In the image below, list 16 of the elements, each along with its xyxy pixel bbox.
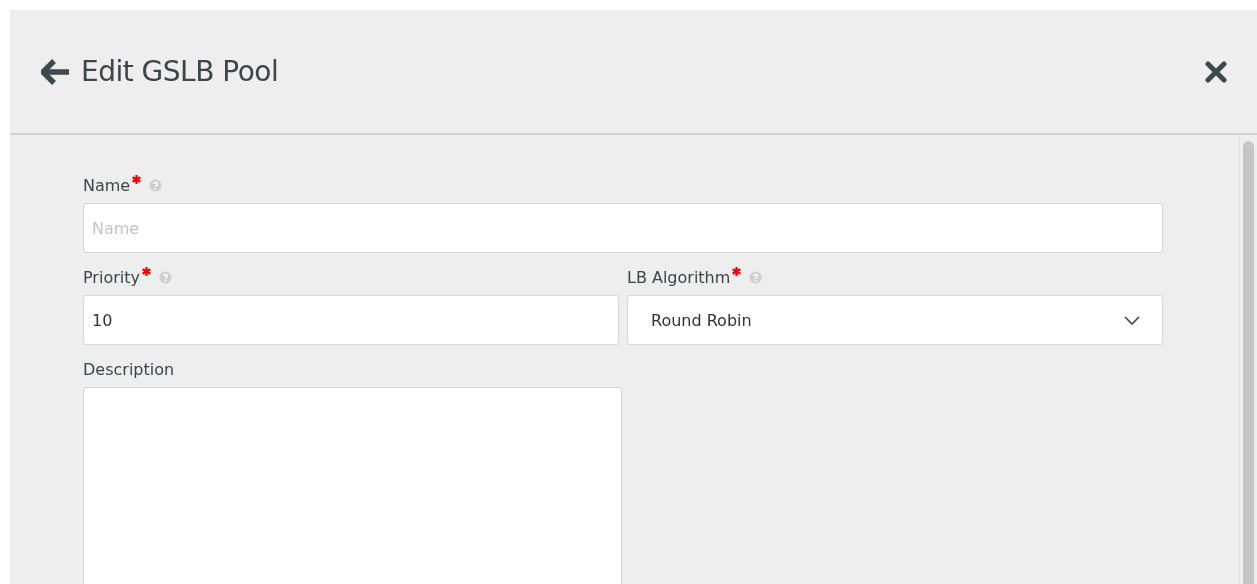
text-area[interactable] (83, 387, 622, 584)
modal-title: Edit GSLB Pool (81, 55, 279, 88)
help-icon[interactable] (749, 270, 763, 284)
field-label: Name (83, 175, 131, 195)
help-icon[interactable] (158, 270, 172, 284)
scrollbar[interactable] (1239, 135, 1256, 584)
back-arrow-icon[interactable] (41, 58, 71, 85)
field-label: Priority (83, 267, 140, 287)
field-label: Description (83, 359, 175, 379)
input-field[interactable]: 10 (83, 295, 619, 345)
close-icon[interactable] (1205, 60, 1227, 83)
input-field[interactable]: Name (83, 203, 1163, 253)
help-icon[interactable] (149, 178, 163, 192)
field-label: LB Algorithm (627, 267, 731, 287)
dropdown[interactable]: Round Robin (627, 295, 1163, 345)
chevron-down-icon (1124, 315, 1140, 325)
